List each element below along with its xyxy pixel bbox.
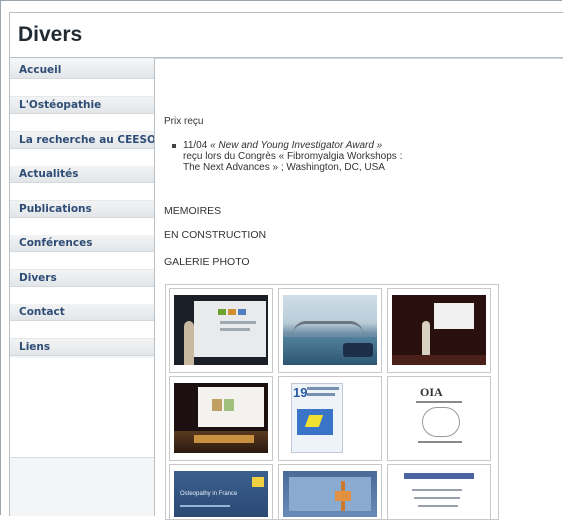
prize-title: Prix reçu [164,116,204,127]
sidebar-item-accueil[interactable]: Accueil [10,62,154,79]
poster-number: 19 [293,385,308,400]
sidebar-item-contact[interactable]: Contact [10,304,154,321]
osteopathy-in-france-cover: Osteopathy in France [174,471,268,517]
gallery-thumb[interactable] [387,464,491,520]
sidebar-spacer [10,183,154,201]
photo-gallery: 19 OIA Osteopathy in France [165,284,499,520]
page-title: Divers [18,23,83,46]
sidebar-item-publications[interactable]: Publications [10,201,154,218]
gallery-thumb[interactable] [278,464,382,520]
sidebar-item-recherche[interactable]: La recherche au CEESO [10,132,154,149]
gallery-thumb[interactable] [169,288,273,373]
memoires-title: MEMOIRES [164,205,222,217]
bullet-icon [172,144,176,148]
prize-line-1: 11/04 « New and Young Investigator Award… [183,140,483,151]
stage-presentation-photo [392,295,486,365]
document-cover [392,471,486,517]
sidebar-spacer [10,218,154,236]
sidebar-spacer [10,114,154,132]
oia-logo-text: OIA [420,385,443,399]
sidebar-item-conferences[interactable]: Conférences [10,235,154,252]
gallery-thumb[interactable]: OIA [387,376,491,461]
sidebar-spacer [10,252,154,270]
prize-line-3: The Next Advances » ; Washington, DC, US… [183,162,385,173]
congress-poster-19: 19 [283,383,377,453]
sidebar-nav: Accueil L'Ostéopathie La recherche au CE… [9,58,155,516]
gallery-thumb[interactable]: Osteopathy in France [169,464,273,520]
memoires-status: EN CONSTRUCTION [164,229,267,241]
prize-date: 11/04 [183,140,208,151]
sidebar-spacer [10,79,154,97]
cover-title: Osteopathy in France [180,491,238,497]
gallery-thumb[interactable]: 19 [278,376,382,461]
main-content: Prix reçu 11/04 « New and Young Investig… [155,58,563,520]
conference-presenter-photo [174,295,268,365]
oia-annual-conference-cover: OIA [392,383,486,453]
prize-list: 11/04 « New and Young Investigator Award… [172,140,483,173]
gallery-title: GALERIE PHOTO [164,256,250,268]
gallery-thumb[interactable] [278,288,382,373]
projection-room-photo [174,383,268,453]
paris-brochure-cover [283,471,377,517]
sidebar-item-divers[interactable]: Divers [10,270,154,287]
sidebar-item-liens[interactable]: Liens [10,339,154,356]
sidebar-item-actualites[interactable]: Actualités [10,166,154,183]
sidebar-fill [10,358,154,458]
prize-award: « New and Young Investigator Award » [210,140,383,151]
sidebar-item-osteopathie[interactable]: L'Ostéopathie [10,97,154,114]
prize-line-2: reçu lors du Congrès « Fibromyalgia Work… [183,151,403,162]
gallery-thumb[interactable] [169,376,273,461]
page-header: Divers [9,12,563,58]
sidebar-spacer [10,149,154,167]
gallery-thumb[interactable] [387,288,491,373]
sidebar-spacer [10,287,154,305]
harbor-bridge-photo [283,295,377,365]
sidebar-spacer [10,321,154,339]
